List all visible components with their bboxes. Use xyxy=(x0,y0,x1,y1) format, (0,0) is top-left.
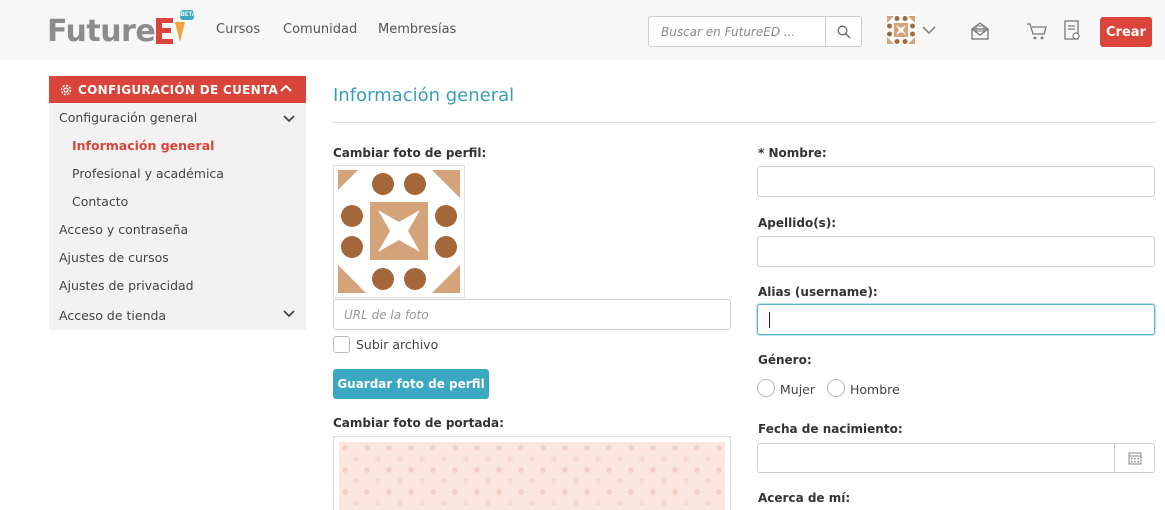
calendar-button[interactable] xyxy=(1114,443,1155,473)
nav-link-comunidad[interactable]: Comunidad xyxy=(283,22,357,37)
sidebar-item-acceso-tienda[interactable]: Acceso de tienda xyxy=(59,308,166,323)
gender-option-hombre[interactable]: Hombre xyxy=(850,382,900,397)
birthdate-input[interactable] xyxy=(758,444,1114,472)
alias-label: Alias (username): xyxy=(758,285,878,299)
top-navbar: Future BETA Cursos Comunidad Membresías xyxy=(0,0,1165,60)
profile-photo-label: Cambiar foto de perfil: xyxy=(333,146,487,160)
upload-file-label[interactable]: Subir archivo xyxy=(356,337,438,352)
messages-icon[interactable] xyxy=(969,20,991,42)
photo-url-field xyxy=(333,299,731,330)
beta-badge: BETA xyxy=(180,10,197,20)
birthdate-field xyxy=(757,443,1115,473)
sidebar-item-ajustes-privacidad[interactable]: Ajustes de privacidad xyxy=(59,278,194,293)
sidebar-item-acceso-contrasena[interactable]: Acceso y contraseña xyxy=(59,222,188,237)
search-input[interactable] xyxy=(649,17,825,46)
name-input[interactable] xyxy=(758,167,1154,196)
gender-radio-mujer[interactable] xyxy=(757,379,775,397)
sidebar-header-label: CONFIGURACIÓN DE CUENTA xyxy=(78,82,279,97)
chevron-down-icon[interactable] xyxy=(282,114,296,124)
calendar-icon xyxy=(1128,452,1141,465)
surname-field xyxy=(757,236,1155,267)
birthdate-label: Fecha de nacimiento: xyxy=(758,422,903,436)
logo-text: Future xyxy=(47,13,156,49)
name-field xyxy=(757,166,1155,197)
sidebar-item-ajustes-cursos[interactable]: Ajustes de cursos xyxy=(59,250,169,265)
upload-file-checkbox[interactable] xyxy=(333,336,350,353)
gender-radio-hombre[interactable] xyxy=(827,379,845,397)
save-profile-photo-button[interactable]: Guardar foto de perfil xyxy=(333,369,489,399)
alias-field xyxy=(757,304,1155,335)
alias-input[interactable] xyxy=(758,305,1154,334)
gender-label: Género: xyxy=(758,353,812,367)
nav-link-membresias[interactable]: Membresías xyxy=(378,22,456,37)
photo-url-input[interactable] xyxy=(334,300,730,329)
page-title: Información general xyxy=(333,85,515,106)
chevron-up-icon xyxy=(280,84,292,92)
gear-icon xyxy=(60,84,72,95)
chevron-down-icon[interactable] xyxy=(282,309,296,319)
text-cursor xyxy=(769,312,770,328)
cover-photo-preview xyxy=(333,436,731,510)
cart-icon[interactable] xyxy=(1026,20,1048,42)
cover-pattern xyxy=(339,442,725,510)
sidebar-item-contacto[interactable]: Contacto xyxy=(72,194,128,209)
search-box xyxy=(648,16,862,47)
gender-option-mujer[interactable]: Mujer xyxy=(780,382,815,397)
surname-input[interactable] xyxy=(758,237,1154,266)
surname-label: Apellido(s): xyxy=(758,216,837,230)
account-settings-sidebar: CONFIGURACIÓN DE CUENTA Configuración ge… xyxy=(49,76,306,330)
create-button[interactable]: Crear xyxy=(1100,17,1152,47)
chevron-down-icon[interactable] xyxy=(921,23,937,37)
user-avatar[interactable] xyxy=(886,15,916,45)
search-button[interactable] xyxy=(825,17,861,46)
about-label: Acerca de mí: xyxy=(758,491,851,505)
title-divider xyxy=(333,122,1155,123)
sidebar-item-profesional-academica[interactable]: Profesional y académica xyxy=(72,166,224,181)
sidebar-item-informacion-general[interactable]: Información general xyxy=(72,138,214,153)
name-label: * Nombre: xyxy=(758,146,827,160)
futureed-logo[interactable]: Future BETA xyxy=(47,10,196,49)
nav-link-cursos[interactable]: Cursos xyxy=(216,22,260,37)
cover-photo-label: Cambiar foto de portada: xyxy=(333,416,504,430)
search-icon xyxy=(837,25,850,38)
sidebar-header[interactable]: CONFIGURACIÓN DE CUENTA xyxy=(49,76,306,103)
profile-photo-preview xyxy=(333,165,465,298)
logo-e-mark: BETA xyxy=(156,10,196,46)
sidebar-item-configuracion-general[interactable]: Configuración general xyxy=(59,110,197,125)
certificate-icon[interactable] xyxy=(1061,20,1083,42)
